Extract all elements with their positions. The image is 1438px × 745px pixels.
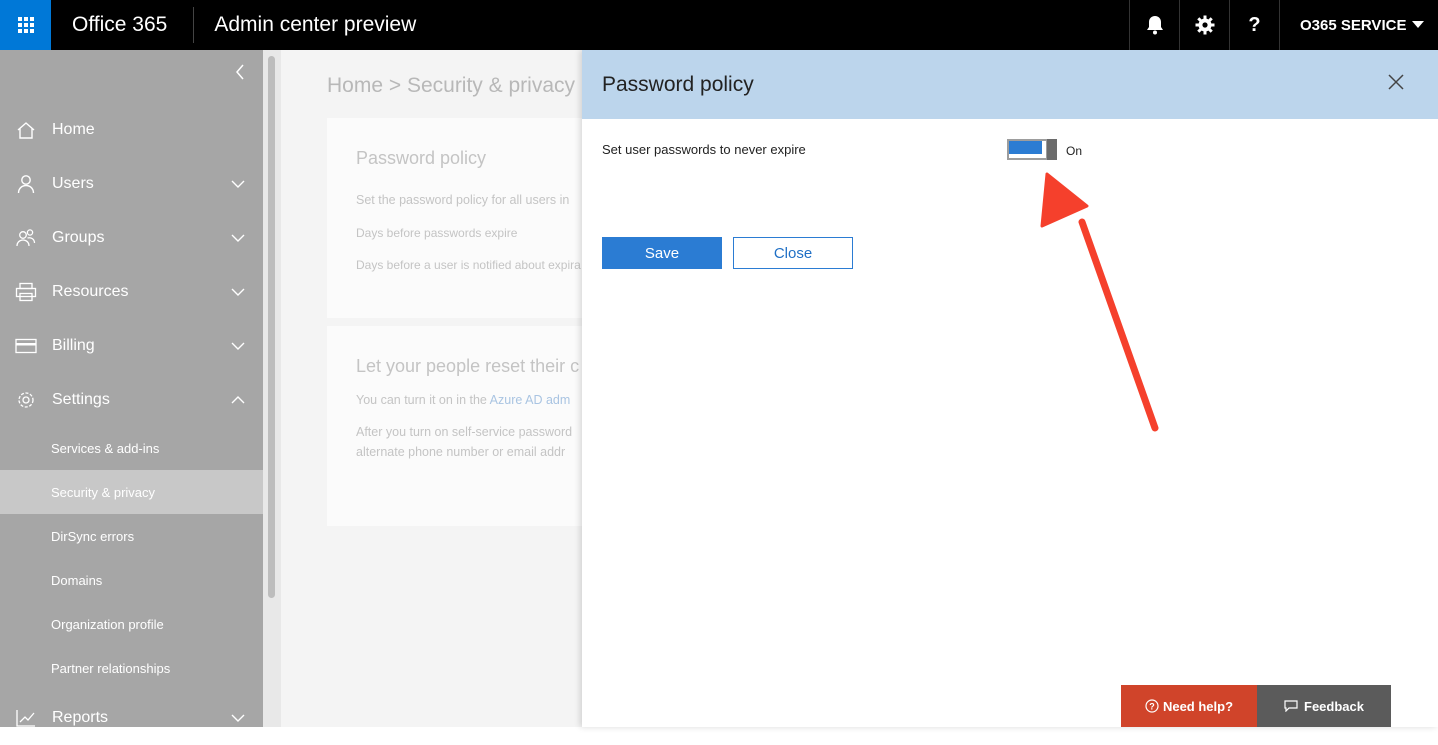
sidebar-item-resources[interactable]: Resources: [0, 265, 263, 319]
chevron-down-icon: [231, 714, 245, 722]
need-help-label: Need help?: [1162, 698, 1234, 714]
settings-button[interactable]: [1179, 0, 1229, 50]
breadcrumb: Home > Security & privacy: [327, 74, 576, 97]
sidebar-subitem-dirsync-errors[interactable]: DirSync errors: [0, 514, 263, 558]
gear-icon: [18, 392, 34, 408]
sidebar-subitem-organization-profile[interactable]: Organization profile: [0, 602, 263, 646]
card-text: You can turn it on in the Azure AD adm: [356, 393, 570, 407]
chevron-left-icon: [236, 64, 244, 80]
question-icon: ?: [1248, 13, 1261, 36]
home-icon: [17, 122, 35, 139]
gear-icon: [1195, 15, 1214, 35]
close-panel-button[interactable]: [1386, 72, 1406, 97]
card-text: alternate phone number or email addr: [356, 445, 566, 459]
app-title: Admin center preview: [214, 13, 417, 36]
close-icon: [1388, 74, 1404, 90]
sidebar-subitem-partner-relationships[interactable]: Partner relationships: [0, 646, 263, 690]
chevron-down-icon: [231, 180, 245, 188]
sidebar: Home Users Groups Resources Billing Sett…: [0, 50, 263, 727]
sidebar-item-label: Groups: [52, 229, 105, 246]
groups-icon: [16, 229, 36, 247]
sidebar-item-home[interactable]: Home: [0, 103, 263, 157]
toggle-fill: [1009, 141, 1042, 154]
user-icon: [17, 175, 35, 194]
card-title: Password policy: [356, 148, 487, 168]
sidebar-item-label: Resources: [52, 283, 129, 300]
sidebar-subitem-security-privacy[interactable]: Security & privacy: [0, 470, 263, 514]
sidebar-item-label: Billing: [52, 337, 95, 354]
password-policy-panel: Password policy Set user passwords to ne…: [582, 50, 1438, 727]
sidebar-item-reports[interactable]: Reports: [0, 691, 263, 745]
sidebar-item-settings[interactable]: Settings: [0, 373, 263, 427]
need-help-button[interactable]: ? Need help?: [1121, 685, 1257, 727]
self-service-reset-card: Let your people reset their c You can tu…: [327, 326, 582, 526]
account-name: O365 SERVICE: [1300, 16, 1407, 34]
background-page: Home > Security & privacy Password polic…: [281, 50, 582, 727]
caret-down-icon: [1412, 21, 1424, 28]
toggle-state-label: On: [1066, 144, 1083, 158]
chevron-down-icon: [231, 288, 245, 296]
never-expire-toggle[interactable]: [1007, 139, 1058, 160]
svg-text:?: ?: [1149, 702, 1155, 712]
brand-name[interactable]: Office 365: [51, 13, 193, 37]
bell-icon: [1146, 16, 1163, 35]
card-text: Set the password policy for all users in: [356, 193, 570, 207]
comment-icon: [1284, 700, 1298, 712]
close-button[interactable]: Close: [733, 237, 853, 269]
never-expire-label: Set user passwords to never expire: [602, 142, 806, 157]
chart-icon: [16, 710, 35, 727]
feedback-label: Feedback: [1304, 698, 1364, 714]
collapse-sidebar-button[interactable]: [235, 64, 245, 85]
azure-ad-link[interactable]: Azure AD adm: [490, 393, 571, 407]
card-text: After you turn on self-service password: [356, 425, 573, 439]
sidebar-item-groups[interactable]: Groups: [0, 211, 263, 265]
top-bar: Office 365 Admin center preview ? O365 S…: [0, 0, 1438, 50]
account-menu[interactable]: O365 SERVICE: [1279, 0, 1438, 50]
chevron-down-icon: [231, 342, 245, 350]
sidebar-subitem-domains[interactable]: Domains: [0, 558, 263, 602]
notifications-button[interactable]: [1129, 0, 1179, 50]
chevron-up-icon: [231, 396, 245, 404]
help-circle-icon: ?: [1145, 699, 1159, 713]
sidebar-item-users[interactable]: Users: [0, 157, 263, 211]
card-text-prefix: You can turn it on in the: [356, 393, 490, 407]
sidebar-item-label: Home: [52, 121, 95, 138]
sidebar-item-label: Settings: [52, 391, 110, 408]
password-policy-card[interactable]: Password policy Set the password policy …: [327, 118, 582, 318]
app-launcher-button[interactable]: [0, 0, 51, 50]
toggle-thumb: [1047, 139, 1057, 160]
card-text: Days before passwords expire: [356, 226, 518, 240]
panel-title: Password policy: [602, 72, 754, 96]
card-icon: [15, 338, 37, 354]
sidebar-item-billing[interactable]: Billing: [0, 319, 263, 373]
save-button[interactable]: Save: [602, 237, 722, 269]
chevron-down-icon: [231, 234, 245, 242]
sidebar-scrollbar[interactable]: [268, 56, 275, 598]
panel-header: Password policy: [582, 50, 1438, 119]
help-button[interactable]: ?: [1229, 0, 1279, 50]
printer-icon: [15, 282, 37, 302]
card-text: Days before a user is notified about exp…: [356, 258, 581, 272]
card-title: Let your people reset their c: [356, 356, 580, 376]
sidebar-subitem-services-addins[interactable]: Services & add-ins: [0, 426, 263, 470]
waffle-icon: [17, 17, 34, 33]
feedback-button[interactable]: Feedback: [1257, 685, 1391, 727]
sidebar-item-label: Users: [52, 175, 94, 192]
sidebar-item-label: Reports: [52, 709, 109, 726]
